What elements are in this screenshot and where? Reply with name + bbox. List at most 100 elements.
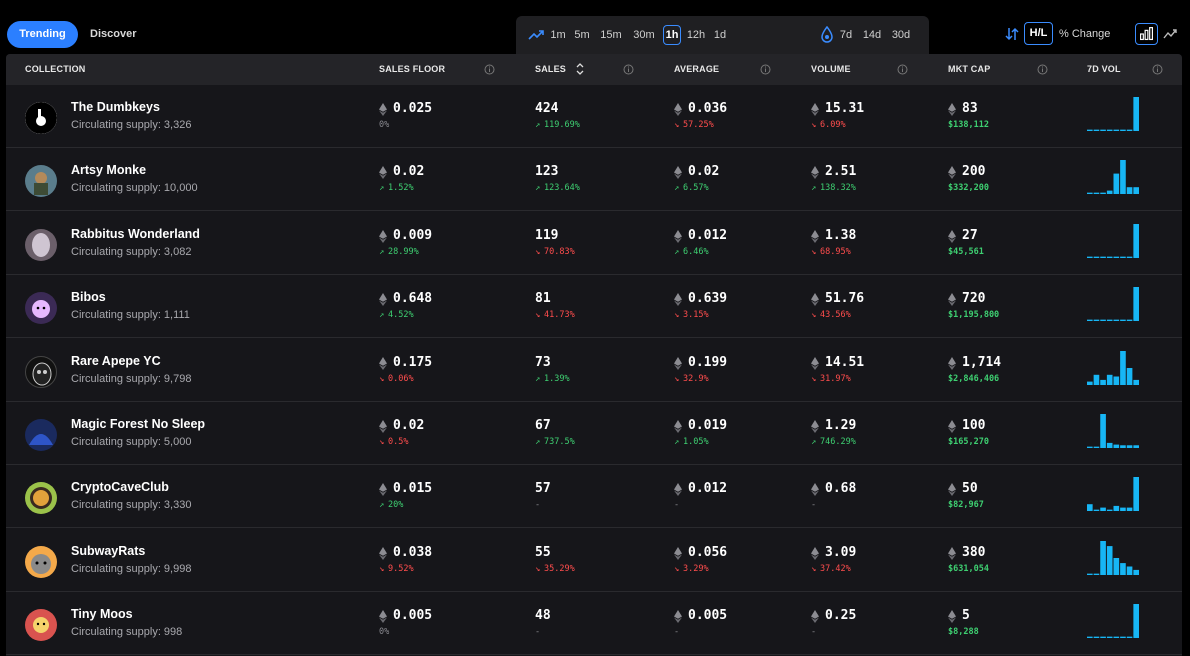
timeframe-1h[interactable]: 1h	[663, 25, 681, 45]
volume-value: 1.29	[825, 418, 857, 433]
spark-bar	[1100, 129, 1106, 131]
average-change: -	[674, 627, 679, 637]
timeframe-1d[interactable]: 1d	[712, 25, 728, 45]
col-sales-floor[interactable]: SALES FLOOR	[379, 64, 445, 74]
percent-change-toggle[interactable]: % Change	[1059, 28, 1110, 40]
spark-bar	[1106, 510, 1113, 512]
volume-value: 14.51	[825, 354, 865, 370]
table-row[interactable]: SubwayRats Circulating supply: 9,998 0.038…	[6, 529, 1182, 592]
volume-value: 0.25	[825, 608, 857, 624]
mkt-cap-usd: $82,967	[948, 500, 984, 511]
tab-discover[interactable]: Discover	[90, 21, 136, 48]
spark-bar	[1126, 367, 1133, 385]
col-volume[interactable]: VOLUME	[811, 64, 851, 74]
eth-icon	[674, 229, 682, 243]
col-average[interactable]: AVERAGE	[674, 64, 719, 74]
collection-avatar	[25, 228, 57, 261]
timeframe-14d[interactable]: 14d	[862, 25, 882, 45]
sales-floor-change-value: 0.5%	[388, 437, 409, 447]
table-row[interactable]: Artsy Monke Circulating supply: 10,000 0.0…	[6, 148, 1182, 212]
average-change: ↗ 1.05%	[674, 437, 709, 447]
eth-icon	[674, 546, 682, 560]
arrow-up-right-icon: ↗	[811, 437, 817, 447]
table-row[interactable]: CryptoCaveClub Circulating supply: 3,330 0…	[6, 465, 1182, 529]
collection-name[interactable]: Rare Apepe YC	[71, 354, 161, 368]
sales-floor-value: 0.02	[393, 418, 425, 433]
sales-value: 48	[535, 608, 551, 624]
spark-bar	[1120, 636, 1126, 639]
info-icon[interactable]	[1037, 64, 1048, 75]
arrow-down-right-icon: ↘	[674, 373, 680, 384]
col-7d-vol[interactable]: 7D VOL	[1087, 64, 1121, 74]
timeframe-12h[interactable]: 12h	[686, 25, 706, 45]
info-icon[interactable]	[1152, 64, 1163, 75]
timeframe-15m[interactable]: 15m	[599, 25, 623, 45]
average-value: 0.639	[688, 291, 728, 307]
spark-bar	[1100, 636, 1106, 639]
collection-name[interactable]: Bibos	[71, 290, 106, 304]
table-row[interactable]: Rare Apepe YC Circulating supply: 9,798 0.…	[6, 339, 1182, 402]
sales-floor-change: 0%	[379, 120, 389, 130]
collection-name[interactable]: Tiny Moos	[71, 607, 133, 621]
collection-name[interactable]: Magic Forest No Sleep	[71, 417, 205, 431]
timeframe-30m[interactable]: 30m	[630, 25, 658, 45]
spark-bar	[1126, 507, 1133, 512]
average-change: -	[674, 500, 679, 510]
col-collection[interactable]: COLLECTION	[25, 64, 86, 74]
info-icon[interactable]	[897, 64, 908, 75]
circulating-supply: Circulating supply: 3,082	[71, 245, 192, 258]
timeframe-30d[interactable]: 30d	[890, 25, 912, 45]
spark-bar	[1087, 636, 1093, 639]
volume-change: ↘ 43.56%	[811, 310, 851, 320]
collection-avatar	[25, 355, 57, 388]
collection-name[interactable]: The Dumbkeys	[71, 100, 160, 114]
sales-value: 123	[535, 164, 559, 180]
spark-bar	[1087, 256, 1093, 258]
spark-bar	[1093, 256, 1100, 258]
volume-change-value: -	[811, 627, 817, 638]
arrow-down-right-icon: ↘	[535, 310, 541, 321]
sales-floor-value: 0.038	[393, 544, 433, 560]
tab-trending[interactable]: Trending	[7, 21, 78, 48]
sales-value: 424	[535, 101, 559, 116]
spark-bar	[1106, 442, 1113, 448]
spark-bar	[1120, 445, 1126, 448]
volume-change: ↗ 138.32%	[811, 183, 856, 193]
spark-bar	[1120, 256, 1126, 258]
timeframe-7d[interactable]: 7d	[838, 25, 854, 45]
collection-name[interactable]: Artsy Monke	[71, 163, 146, 177]
eth-icon	[379, 229, 387, 243]
table-row[interactable]: Bibos Circulating supply: 1,111 0.648 ↗ 4.52…	[6, 275, 1182, 339]
bar-chart-view-button[interactable]	[1135, 23, 1158, 45]
table-row[interactable]: Magic Forest No Sleep Circulating supply:…	[6, 402, 1182, 465]
sort-arrows-icon[interactable]	[576, 62, 584, 76]
info-icon[interactable]	[760, 64, 771, 75]
eth-icon	[379, 420, 387, 433]
table-row[interactable]: The Dumbkeys Circulating supply: 3,326 0.0…	[6, 85, 1182, 148]
7d-volume-sparkline	[1087, 160, 1139, 195]
eth-icon	[811, 166, 819, 180]
average-value: 0.005	[688, 608, 728, 624]
col-sales[interactable]: SALES	[535, 64, 566, 74]
table-row[interactable]: Tiny Moos Circulating supply: 998 0.005 0% 4…	[6, 592, 1182, 656]
sales-floor-change-value: 1.52%	[388, 183, 414, 194]
high-low-toggle[interactable]: H/L	[1024, 22, 1053, 45]
timeframe-1m[interactable]: 1m	[549, 25, 567, 45]
swap-sort-icon[interactable]	[1004, 26, 1020, 42]
timeframe-5m[interactable]: 5m	[573, 25, 591, 45]
collection-name[interactable]: Rabbitus Wonderland	[71, 227, 200, 241]
spark-bar	[1133, 287, 1139, 322]
sales-value: 119	[535, 227, 559, 243]
collection-name[interactable]: CryptoCaveClub	[71, 480, 169, 494]
col-mkt-cap[interactable]: MKT CAP	[948, 64, 990, 74]
table-row[interactable]: Rabbitus Wonderland Circulating supply: 3…	[6, 212, 1182, 275]
spark-bar	[1100, 540, 1106, 575]
eth-icon	[948, 356, 956, 370]
7d-volume-sparkline	[1087, 477, 1139, 512]
volume-value: 51.76	[825, 291, 865, 307]
info-icon[interactable]	[623, 64, 634, 75]
collection-name[interactable]: SubwayRats	[71, 544, 145, 558]
spark-bar	[1106, 374, 1113, 385]
info-icon[interactable]	[484, 64, 495, 75]
line-chart-icon[interactable]	[1163, 27, 1178, 41]
